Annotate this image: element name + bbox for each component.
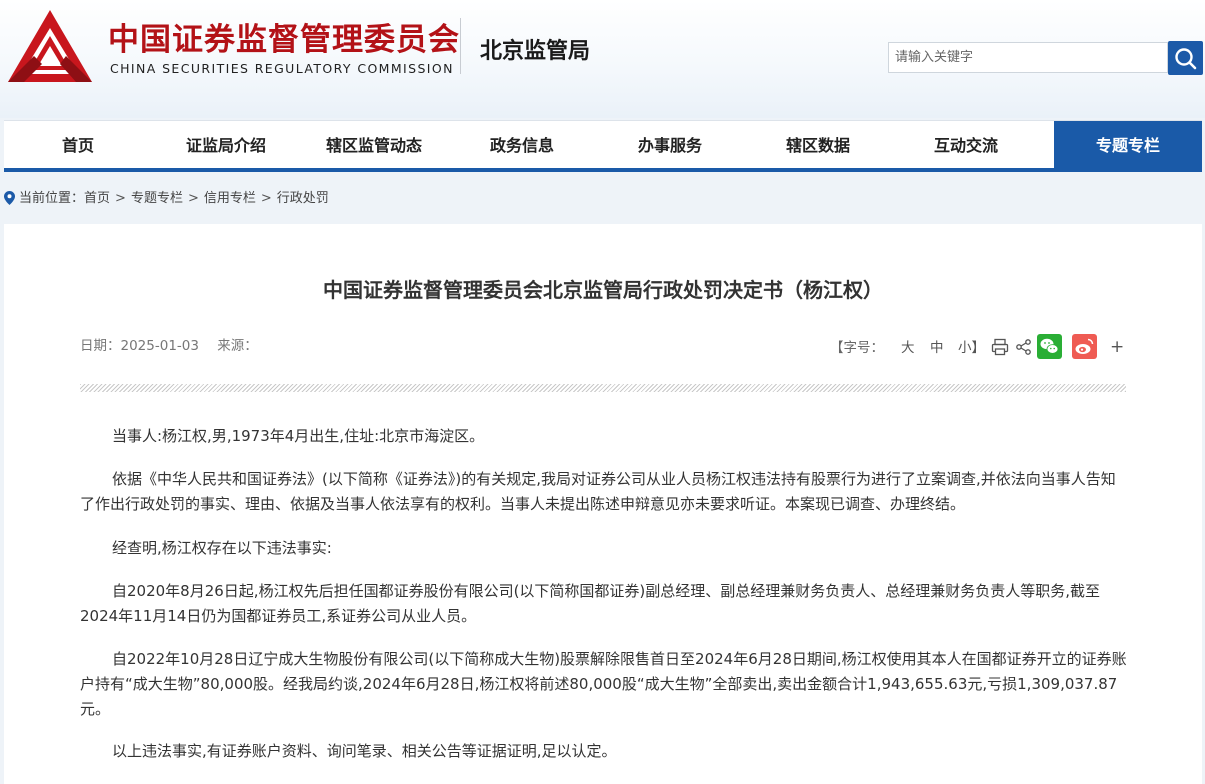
article-container: 中国证券监督管理委员会北京监管局行政处罚决定书（杨江权） 日期：2025-01-…	[4, 224, 1202, 784]
nav-special-topics[interactable]: 专题专栏	[1054, 121, 1202, 169]
nav-home[interactable]: 首页	[4, 121, 152, 169]
weibo-icon[interactable]	[1072, 334, 1097, 359]
nav-government-info[interactable]: 政务信息	[448, 121, 596, 169]
breadcrumb-home[interactable]: 首页	[84, 191, 110, 206]
search-button[interactable]	[1168, 41, 1203, 75]
article-paragraph: 自2020年8月26日起,杨江权先后担任国都证券股份有限公司(以下简称国都证券)…	[80, 582, 1101, 625]
nav-interaction[interactable]: 互动交流	[892, 121, 1040, 169]
more-share-button[interactable]: +	[1110, 337, 1124, 357]
article-source: 来源：	[217, 338, 258, 354]
search-input[interactable]	[889, 43, 1171, 72]
article-date: 日期：2025-01-03	[80, 338, 199, 354]
breadcrumb-prefix: 当前位置：	[19, 191, 85, 206]
article-title: 中国证券监督管理委员会北京监管局行政处罚决定书（杨江权）	[323, 278, 883, 302]
location-pin-icon	[4, 190, 15, 205]
font-size-label: 【字号：	[830, 340, 884, 356]
article-paragraph: 依据《中华人民共和国证券法》(以下简称《证券法》)的有关规定,我局对证券公司从业…	[80, 470, 1116, 513]
bureau-name: 北京监管局	[480, 39, 591, 64]
search-icon	[1175, 48, 1197, 70]
org-name: 中国证券监督管理委员会	[108, 22, 460, 58]
nav-regulatory-news[interactable]: 辖区监管动态	[300, 121, 448, 169]
breadcrumb-separator: >	[187, 191, 199, 206]
main-nav: 首页 证监局介绍 辖区监管动态 政务信息 办事服务 辖区数据 互动交流 专题专栏	[4, 120, 1202, 172]
article-paragraph: 经查明,杨江权存在以下违法事实:	[112, 539, 332, 557]
csrc-logo-icon[interactable]	[4, 6, 96, 86]
breadcrumb-separator: >	[260, 191, 272, 206]
font-size-small[interactable]: 小】	[958, 336, 985, 356]
breadcrumb-credit[interactable]: 信用专栏	[204, 191, 256, 206]
wechat-icon[interactable]	[1037, 334, 1062, 359]
article-paragraph: 当事人:杨江权,男,1973年4月出生,住址:北京市海淀区。	[112, 427, 485, 445]
search-box	[888, 42, 1171, 73]
print-icon[interactable]	[991, 338, 1009, 356]
header-divider	[460, 18, 461, 74]
org-name-en: CHINA SECURITIES REGULATORY COMMISSION	[110, 61, 454, 76]
breadcrumb-special-topics[interactable]: 专题专栏	[131, 191, 183, 206]
breadcrumb-penalty[interactable]: 行政处罚	[277, 191, 329, 206]
hatch-divider	[80, 384, 1126, 392]
article-meta: 日期：2025-01-03 来源：	[80, 334, 272, 354]
site-header: 中国证券监督管理委员会 CHINA SECURITIES REGULATORY …	[0, 0, 1205, 118]
nav-regional-data[interactable]: 辖区数据	[744, 121, 892, 169]
share-icon[interactable]	[1016, 339, 1032, 355]
article-paragraph: 自2022年10月28日辽宁成大生物股份有限公司(以下简称成大生物)股票解除限售…	[80, 650, 1127, 718]
nav-services[interactable]: 办事服务	[596, 121, 744, 169]
article-paragraph: 以上违法事实,有证券账户资料、询问笔录、相关公告等证据证明,足以认定。	[112, 742, 617, 760]
font-size-large[interactable]: 大	[901, 336, 915, 356]
breadcrumb: 当前位置：首页 > 专题专栏 > 信用专栏 > 行政处罚	[4, 185, 329, 213]
font-size-medium[interactable]: 中	[930, 336, 944, 356]
breadcrumb-separator: >	[115, 191, 126, 206]
nav-bureau-intro[interactable]: 证监局介绍	[152, 121, 300, 169]
